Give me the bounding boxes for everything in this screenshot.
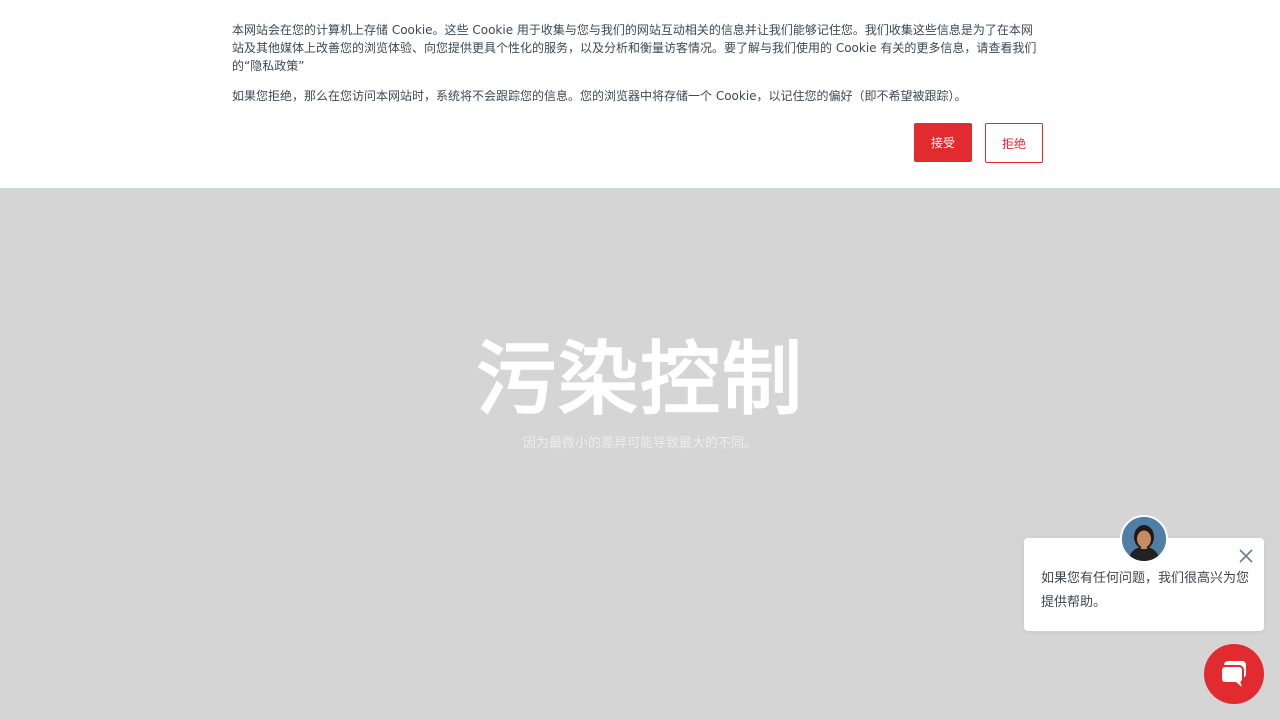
cookie-paragraph-1: 本网站会在您的计算机上存储 Cookie。这些 Cookie 用于收集与您与我们… <box>232 23 1037 73</box>
decline-button[interactable]: 拒绝 <box>985 123 1043 163</box>
hero-subtitle: 因为最微小的差异可能导致最大的不同。 <box>522 436 757 451</box>
cookie-paragraph-2: 如果您拒绝，那么在您访问本网站时，系统将不会跟踪您的信息。您的浏览器中将存储一个… <box>232 89 967 103</box>
close-icon[interactable] <box>1237 547 1255 565</box>
chat-message: 如果您有任何问题，我们很高兴为您提供帮助。 <box>1041 571 1250 610</box>
cookie-actions: 接受 拒绝 <box>914 123 1043 163</box>
hero-title: 污染控制 <box>476 333 804 426</box>
cookie-text: 本网站会在您的计算机上存储 Cookie。这些 Cookie 用于收集与您与我们… <box>232 21 1044 105</box>
cookie-banner: 本网站会在您的计算机上存储 Cookie。这些 Cookie 用于收集与您与我们… <box>0 0 1280 189</box>
agent-avatar-image <box>1122 517 1166 561</box>
chat-launcher-button[interactable] <box>1204 644 1264 704</box>
agent-avatar <box>1120 515 1168 563</box>
accept-button[interactable]: 接受 <box>914 123 972 162</box>
page: 本网站会在您的计算机上存储 Cookie。这些 Cookie 用于收集与您与我们… <box>0 0 1280 720</box>
chat-bubble-icon <box>1220 661 1246 687</box>
